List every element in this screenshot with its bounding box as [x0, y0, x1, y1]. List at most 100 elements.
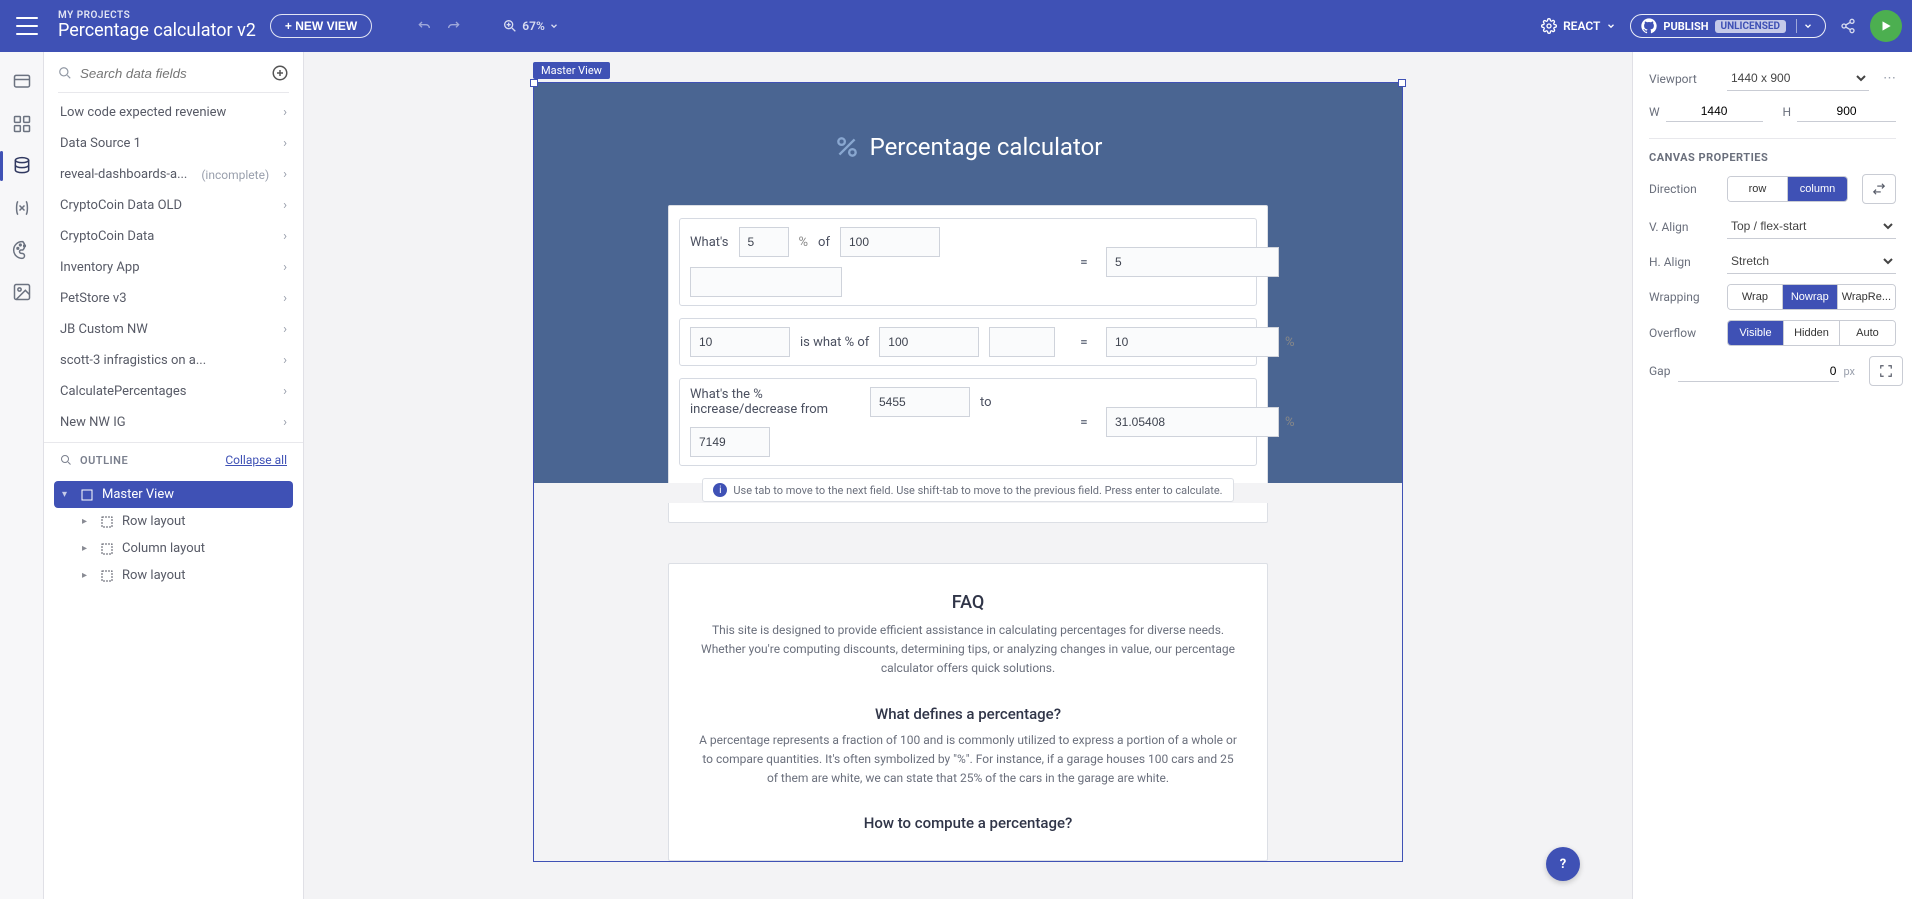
result-output[interactable] — [1106, 327, 1279, 357]
viewport-select[interactable]: 1440 x 900 — [1727, 66, 1869, 91]
help-button[interactable]: ? — [1546, 847, 1580, 881]
direction-row-button[interactable]: row — [1728, 177, 1787, 201]
label: of — [818, 235, 830, 250]
more-icon[interactable]: ⋯ — [1883, 71, 1896, 86]
nowrap-button[interactable]: Nowrap — [1782, 285, 1837, 309]
datasource-item[interactable]: Inventory App› — [44, 252, 303, 283]
wrapreverse-button[interactable]: WrapRe... — [1837, 285, 1895, 309]
base-input[interactable] — [879, 327, 979, 357]
percent-input[interactable] — [739, 227, 789, 257]
tree-node[interactable]: ▸ Row layout — [54, 562, 293, 589]
spare-input[interactable] — [690, 267, 842, 297]
search-icon — [60, 454, 72, 466]
value-input[interactable] — [690, 327, 790, 357]
run-button[interactable] — [1870, 10, 1902, 42]
page-title: Percentage calculator — [534, 83, 1402, 205]
layout-icon — [100, 569, 114, 583]
result-output[interactable] — [1106, 247, 1279, 277]
wrap-button[interactable]: Wrap — [1728, 285, 1782, 309]
percent-icon — [834, 134, 860, 160]
datasource-item[interactable]: CryptoCoin Data› — [44, 221, 303, 252]
github-icon — [1641, 18, 1657, 34]
publish-button[interactable]: PUBLISH UNLICENSED — [1630, 14, 1826, 38]
gap-input[interactable] — [1678, 361, 1839, 382]
resize-handle[interactable] — [530, 79, 538, 87]
spare-input[interactable] — [989, 327, 1055, 357]
top-toolbar: MY PROJECTS Percentage calculator v2 + N… — [0, 0, 1912, 52]
faq-subtitle: What defines a percentage? — [699, 705, 1237, 723]
halign-select[interactable]: Stretch — [1727, 249, 1896, 274]
faq-text: A percentage represents a fraction of 10… — [699, 731, 1237, 789]
overflow-visible-button[interactable]: Visible — [1728, 321, 1783, 345]
result-output[interactable] — [1106, 407, 1279, 437]
zoom-value: 67% — [522, 19, 545, 33]
datasource-name: Inventory App — [60, 260, 140, 275]
add-datasource-button[interactable] — [271, 64, 289, 82]
datasource-item[interactable]: JB Custom NW› — [44, 314, 303, 345]
calc-row: What's the % increase/decrease from to =… — [679, 378, 1257, 466]
datasource-item[interactable]: reveal-dashboards-a...(incomplete)› — [44, 159, 303, 190]
gap-expand-button[interactable] — [1869, 356, 1903, 386]
resize-handle[interactable] — [1398, 79, 1406, 87]
rail-views-icon[interactable] — [10, 70, 34, 94]
new-view-button[interactable]: + NEW VIEW — [270, 14, 372, 38]
zoom-control[interactable]: 67% — [502, 18, 559, 34]
from-input[interactable] — [870, 387, 970, 417]
rail-variables-icon[interactable] — [10, 196, 34, 220]
framework-select[interactable]: REACT — [1541, 18, 1616, 34]
percent-symbol: % — [799, 235, 809, 250]
rail-data-icon[interactable] — [10, 154, 34, 178]
direction-column-button[interactable]: column — [1787, 177, 1847, 201]
chevron-down-icon — [549, 21, 559, 31]
hint-banner: iUse tab to move to the next field. Use … — [679, 478, 1257, 502]
chevron-right-icon: › — [283, 167, 287, 182]
search-input[interactable] — [80, 66, 263, 81]
datasource-item[interactable]: Low code expected reveniew› — [44, 97, 303, 128]
calc-row: What's % of = — [679, 218, 1257, 306]
tree-label: Row layout — [122, 568, 185, 583]
tree-label: Column layout — [122, 541, 205, 556]
gear-icon — [1541, 18, 1557, 34]
tree-node-master[interactable]: ▾ Master View — [54, 481, 293, 508]
selection-tag[interactable]: Master View — [533, 62, 610, 79]
chevron-down-icon: ▾ — [62, 489, 72, 500]
rail-assets-icon[interactable] — [10, 280, 34, 304]
tree-node[interactable]: ▸Row layout — [54, 508, 293, 535]
collapse-all-link[interactable]: Collapse all — [225, 453, 287, 467]
datasource-item[interactable]: New NW IG› — [44, 407, 303, 438]
undo-icon[interactable] — [416, 18, 432, 34]
share-icon[interactable] — [1840, 18, 1856, 34]
datasource-item[interactable]: Data Source 1› — [44, 128, 303, 159]
swap-direction-button[interactable] — [1862, 174, 1896, 204]
publish-dropdown[interactable] — [1796, 19, 1819, 33]
height-input[interactable] — [1797, 101, 1896, 122]
breadcrumb[interactable]: MY PROJECTS Percentage calculator v2 — [58, 10, 256, 42]
outline-title: OUTLINE — [80, 454, 128, 467]
valign-select[interactable]: Top / flex-start — [1727, 214, 1896, 239]
play-icon — [1879, 19, 1893, 33]
to-input[interactable] — [690, 427, 770, 457]
tree-node[interactable]: ▸Column layout — [54, 535, 293, 562]
menu-icon[interactable] — [16, 17, 38, 35]
section-title: CANVAS PROPERTIES — [1649, 151, 1896, 164]
canvas-area[interactable]: Master View Percentage calculator — [304, 52, 1632, 899]
datasource-item[interactable]: scott-3 infragistics on a...› — [44, 345, 303, 376]
overflow-auto-button[interactable]: Auto — [1839, 321, 1895, 345]
tool-rail — [0, 52, 44, 899]
datasource-item[interactable]: CryptoCoin Data OLD› — [44, 190, 303, 221]
chevron-down-icon — [1803, 21, 1813, 31]
chevron-right-icon: ▸ — [82, 570, 92, 581]
overflow-hidden-button[interactable]: Hidden — [1783, 321, 1839, 345]
equals-label: = — [1072, 415, 1096, 430]
width-input[interactable] — [1666, 101, 1763, 122]
rail-theme-icon[interactable] — [10, 238, 34, 262]
framework-label: REACT — [1563, 19, 1600, 33]
rail-components-icon[interactable] — [10, 112, 34, 136]
plus-circle-icon — [271, 64, 289, 82]
faq-text: This site is designed to provide efficie… — [699, 621, 1237, 679]
redo-icon[interactable] — [446, 18, 462, 34]
base-input[interactable] — [840, 227, 940, 257]
datasource-item[interactable]: CalculatePercentages› — [44, 376, 303, 407]
datasource-item[interactable]: PetStore v3› — [44, 283, 303, 314]
percent-symbol: % — [1285, 415, 1295, 430]
